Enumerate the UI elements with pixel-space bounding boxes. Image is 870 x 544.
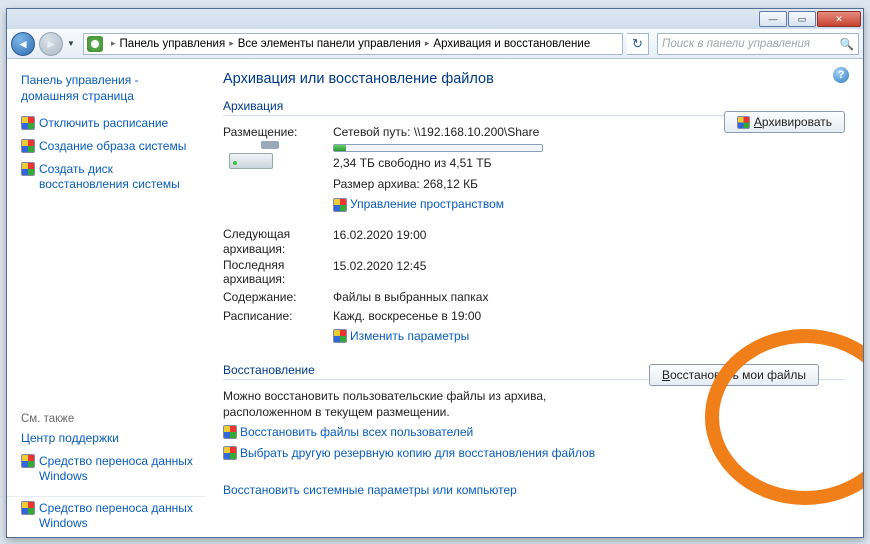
see-also-support-center[interactable]: Центр поддержки bbox=[21, 431, 195, 446]
schedule-value: Кажд. воскресенье в 19:00 bbox=[333, 308, 845, 325]
shield-icon bbox=[333, 329, 347, 343]
archive-size: Размер архива: 268,12 КБ bbox=[333, 176, 845, 193]
restore-description: Можно восстановить пользовательские файл… bbox=[223, 388, 563, 422]
search-placeholder: Поиск в панели управления bbox=[662, 38, 810, 50]
shield-icon bbox=[21, 162, 35, 176]
breadcrumb-item[interactable]: Панель управления bbox=[120, 38, 226, 50]
change-params-link[interactable]: Изменить параметры bbox=[333, 328, 469, 345]
back-button[interactable]: ◄ bbox=[11, 32, 35, 56]
location-value-block: Сетевой путь: \\192.168.10.200\Share 2,3… bbox=[333, 124, 845, 217]
manage-space-link[interactable]: Управление пространством bbox=[333, 196, 504, 213]
archive-section: Архивация ААрхивироватьрхивировать Разме… bbox=[223, 99, 845, 349]
breadcrumb-item[interactable]: Все элементы панели управления bbox=[238, 38, 421, 50]
free-space: 2,34 ТБ свободно из 4,51 ТБ bbox=[333, 155, 845, 172]
close-button[interactable]: ✕ bbox=[817, 11, 861, 27]
next-backup-value: 16.02.2020 19:00 bbox=[333, 227, 845, 256]
content-value: Файлы в выбранных папках bbox=[333, 289, 845, 306]
disk-usage-bar bbox=[333, 144, 543, 152]
sidebar-link-create-image[interactable]: Создание образа системы bbox=[21, 139, 195, 154]
see-also-title: См. также bbox=[21, 413, 195, 425]
backup-now-button[interactable]: ААрхивироватьрхивировать bbox=[724, 111, 845, 133]
window: — ▭ ✕ ◄ ► ▼ ▸ Панель управления ▸ Все эл… bbox=[6, 8, 864, 538]
drive-icon bbox=[225, 139, 285, 179]
shield-icon bbox=[21, 116, 35, 130]
nav-bar: ◄ ► ▼ ▸ Панель управления ▸ Все элементы… bbox=[7, 29, 863, 59]
shield-icon bbox=[21, 501, 35, 515]
see-also-easy-transfer-2[interactable]: Средство переноса данных Windows bbox=[21, 501, 195, 531]
restore-all-users-link[interactable]: Восстановить файлы всех пользователей bbox=[223, 425, 473, 439]
forward-button[interactable]: ► bbox=[39, 32, 63, 56]
divider bbox=[7, 496, 205, 497]
control-panel-icon bbox=[87, 36, 103, 52]
shield-icon bbox=[21, 139, 35, 153]
content: ? Архивация или восстановление файлов Ар… bbox=[205, 59, 863, 537]
restore-section: Восстановление Восстановить мои файлы Во… bbox=[223, 363, 845, 498]
last-backup-value: 15.02.2020 12:45 bbox=[333, 258, 845, 287]
shield-icon bbox=[21, 454, 35, 468]
titlebar: — ▭ ✕ bbox=[7, 9, 863, 29]
page-title: Архивация или восстановление файлов bbox=[223, 71, 845, 87]
search-icon: 🔍 bbox=[840, 37, 854, 51]
history-dropdown-icon[interactable]: ▼ bbox=[67, 39, 79, 48]
minimize-button[interactable]: — bbox=[759, 11, 787, 27]
help-icon[interactable]: ? bbox=[833, 67, 849, 83]
sidebar-link-create-recovery-disk[interactable]: Создать диск восстановления системы bbox=[21, 162, 195, 192]
control-panel-home-link[interactable]: Панель управления - домашняя страница bbox=[21, 73, 195, 104]
sidebar-link-disable-schedule[interactable]: Отключить расписание bbox=[21, 116, 195, 131]
next-backup-label: Следующая архивация: bbox=[223, 227, 333, 256]
sidebar: Панель управления - домашняя страница От… bbox=[7, 59, 205, 537]
restore-my-files-button[interactable]: Восстановить мои файлы Восстановить мои … bbox=[649, 364, 819, 386]
search-input[interactable]: Поиск в панели управления 🔍 bbox=[657, 33, 859, 55]
shield-icon bbox=[223, 446, 237, 460]
content-label: Содержание: bbox=[223, 289, 333, 306]
see-also-easy-transfer[interactable]: Средство переноса данных Windows bbox=[21, 454, 195, 484]
breadcrumb[interactable]: ▸ Панель управления ▸ Все элементы панел… bbox=[83, 33, 623, 55]
schedule-label: Расписание: bbox=[223, 308, 333, 325]
body: Панель управления - домашняя страница От… bbox=[7, 59, 863, 537]
shield-icon bbox=[737, 116, 750, 129]
shield-icon bbox=[333, 198, 347, 212]
last-backup-label: Последняя архивация: bbox=[223, 258, 333, 287]
maximize-button[interactable]: ▭ bbox=[788, 11, 816, 27]
restore-system-link[interactable]: Восстановить системные параметры или ком… bbox=[223, 483, 517, 497]
refresh-button[interactable]: ↻ bbox=[627, 33, 649, 55]
shield-icon bbox=[223, 425, 237, 439]
chevron-right-icon: ▸ bbox=[421, 38, 434, 49]
chevron-right-icon: ▸ bbox=[225, 38, 238, 49]
chevron-right-icon: ▸ bbox=[107, 38, 120, 49]
breadcrumb-item[interactable]: Архивация и восстановление bbox=[433, 38, 590, 50]
choose-other-backup-link[interactable]: Выбрать другую резервную копию для восст… bbox=[223, 446, 595, 460]
